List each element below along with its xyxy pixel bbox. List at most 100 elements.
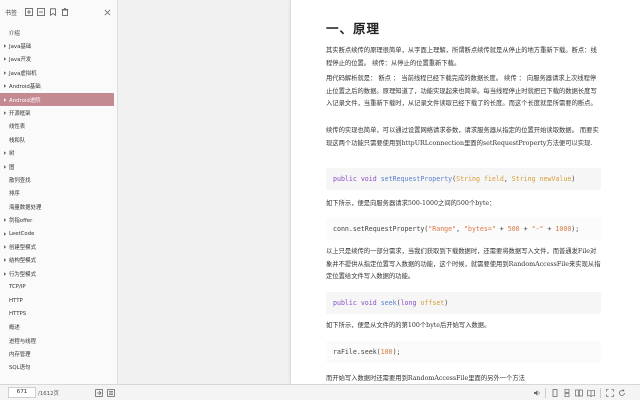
fit-width-icon[interactable] <box>106 388 116 398</box>
paragraph-intro: 其实断点续传的原理很简单，从字面上理解，所谓断点续传就是从停止的地方重新下载。断… <box>326 47 597 67</box>
bookmark-sidebar: 书签 介绍 Java基础 Java开发 Java虚拟机 Android基础 Android… <box>0 0 118 384</box>
code-token: "-" <box>531 225 544 233</box>
sidebar-item[interactable]: Java基础 <box>0 39 117 52</box>
sidebar-item[interactable]: 行为型模式 <box>0 267 117 280</box>
chevron-right-icon[interactable] <box>0 111 9 115</box>
sidebar-item[interactable]: 剑指offer <box>0 213 117 226</box>
code-block-range-header: conn.setRequestProperty("Range", "bytes=… <box>326 218 601 240</box>
paragraph-implementation: 续传的实现也简单，可以通过设置网络请求参数，请求服务器从指定的位置开始读取数据。… <box>326 127 599 147</box>
sidebar-item[interactable]: Android基础 <box>0 80 117 93</box>
code-token: ); <box>392 348 401 356</box>
sidebar-item[interactable]: 栈和队 <box>0 133 117 146</box>
sidebar-item-label: 进程与线程 <box>9 338 36 345</box>
chevron-right-icon[interactable] <box>0 57 9 62</box>
chevron-right-icon[interactable] <box>0 44 9 48</box>
code-token: void <box>360 175 377 183</box>
code-token: String <box>511 175 536 183</box>
paragraph-random-access-file: 以上只是续传的一部分需求，当我们获取到下载数据时，还需要将数据写入文件，而普通发… <box>326 248 601 281</box>
code-token: void <box>360 299 377 307</box>
sidebar-item-label: TCP/IP <box>9 284 26 291</box>
sidebar-item[interactable]: TCP/IP <box>0 280 117 293</box>
book-view-icon[interactable] <box>586 388 596 398</box>
sidebar-item-label: 海量数据处理 <box>9 204 42 211</box>
sidebar-item[interactable]: 内存管理 <box>0 347 117 360</box>
code-token: public <box>333 175 357 183</box>
sidebar-item[interactable]: LeetCode <box>0 227 117 240</box>
sound-icon[interactable] <box>532 388 542 398</box>
code-token: "bytes=" <box>464 225 496 233</box>
sidebar-item-label: Java基础 <box>9 44 32 51</box>
add-bookmark-icon[interactable] <box>47 7 58 18</box>
chevron-right-icon[interactable] <box>0 218 9 222</box>
sidebar-item[interactable]: HTTP <box>0 294 117 307</box>
sidebar-item-label: LeetCode <box>9 230 35 237</box>
sidebar-item[interactable]: 概述 <box>0 321 117 334</box>
rotate-icon[interactable] <box>617 388 627 398</box>
sidebar-item-label: Java虚拟机 <box>9 70 37 77</box>
fit-page-icon[interactable] <box>94 388 104 398</box>
sidebar-item-label: 排序 <box>9 191 20 198</box>
code-token: newValue <box>539 175 572 183</box>
collapse-all-icon[interactable] <box>35 7 46 18</box>
chevron-right-icon[interactable] <box>0 84 9 88</box>
code-block-seek-call: raFile.seek(100); <box>326 341 601 363</box>
code-token: 1000 <box>555 225 572 233</box>
sidebar-item[interactable]: 创建型模式 <box>0 240 117 253</box>
chevron-right-icon[interactable] <box>0 151 9 155</box>
code-block-set-request-property: public void setRequestProperty(String fi… <box>326 168 601 190</box>
sidebar-item[interactable]: 开源框架 <box>0 106 117 119</box>
code-token: offset <box>420 299 445 307</box>
chevron-right-icon[interactable] <box>0 245 9 249</box>
close-icon[interactable] <box>102 7 112 17</box>
chevron-right-icon[interactable] <box>0 71 9 75</box>
delete-bookmark-icon[interactable] <box>59 7 70 18</box>
code-block-seek-signature: public void seek(long offset) <box>326 292 601 314</box>
full-screen-icon[interactable] <box>605 388 615 398</box>
double-page-view-icon[interactable] <box>574 388 584 398</box>
sidebar-item-label: Android进阶 <box>9 97 41 104</box>
sidebar-item[interactable]: Java开发 <box>0 53 117 66</box>
expand-all-icon[interactable] <box>23 7 34 18</box>
code-token: setRequestProperty <box>380 175 453 183</box>
status-bar: 671 /1612页 <box>0 384 640 400</box>
chevron-right-icon[interactable] <box>0 272 9 276</box>
sidebar-item[interactable]: 图 <box>0 160 117 173</box>
sidebar-item[interactable]: 介绍 <box>0 26 117 39</box>
code-token: seek <box>380 299 397 307</box>
code-token: String <box>456 175 480 183</box>
continuous-view-icon[interactable] <box>562 388 572 398</box>
sidebar-item[interactable]: Android进阶 <box>0 92 114 107</box>
code-token: 100 <box>380 348 393 356</box>
code-token: 500 <box>507 225 520 233</box>
document-page: 一、原理 其实断点续传的原理很简单，从字面上理解，所谓断点续传就是从停止的地方重… <box>291 0 640 384</box>
code-token: conn.setRequestProperty( <box>333 225 429 233</box>
sidebar-item[interactable]: 结构型模式 <box>0 254 117 267</box>
sidebar-item-label: 栈和队 <box>9 137 26 144</box>
page-number-input[interactable]: 671 <box>8 387 36 398</box>
sidebar-item[interactable]: 线性表 <box>0 120 117 133</box>
code-token: public <box>333 299 357 307</box>
code-token: ); <box>571 225 580 233</box>
single-page-view-icon[interactable] <box>550 388 560 398</box>
code-token: + <box>519 225 532 233</box>
sidebar-item-label: Android基础 <box>9 84 41 91</box>
sidebar-item[interactable]: HTTPS <box>0 307 117 320</box>
sidebar-item[interactable]: 海量数据处理 <box>0 200 117 213</box>
chevron-right-icon[interactable] <box>0 231 9 236</box>
chevron-right-icon[interactable] <box>0 97 9 102</box>
chevron-right-icon[interactable] <box>0 258 9 263</box>
sidebar-item[interactable]: 进程与线程 <box>0 334 117 347</box>
paragraph-range-example: 如下所示，便是向服务器请求500-1000之间的500个byte： <box>326 200 496 207</box>
sidebar-item[interactable]: 排序 <box>0 187 117 200</box>
page-total: /1612页 <box>38 391 59 397</box>
sidebar-item[interactable]: Java虚拟机 <box>0 66 117 79</box>
sidebar-item-label: 开源框架 <box>9 111 31 118</box>
toolbar-divider <box>545 388 546 398</box>
code-token: long <box>400 299 417 307</box>
sidebar-item[interactable]: 散列查找 <box>0 173 117 186</box>
code-token: raFile.seek( <box>333 348 381 356</box>
sidebar-item-label: HTTP <box>9 297 23 304</box>
sidebar-item[interactable]: SQL语句 <box>0 361 117 374</box>
sidebar-item[interactable]: 树 <box>0 147 117 160</box>
chevron-right-icon[interactable] <box>0 164 9 169</box>
